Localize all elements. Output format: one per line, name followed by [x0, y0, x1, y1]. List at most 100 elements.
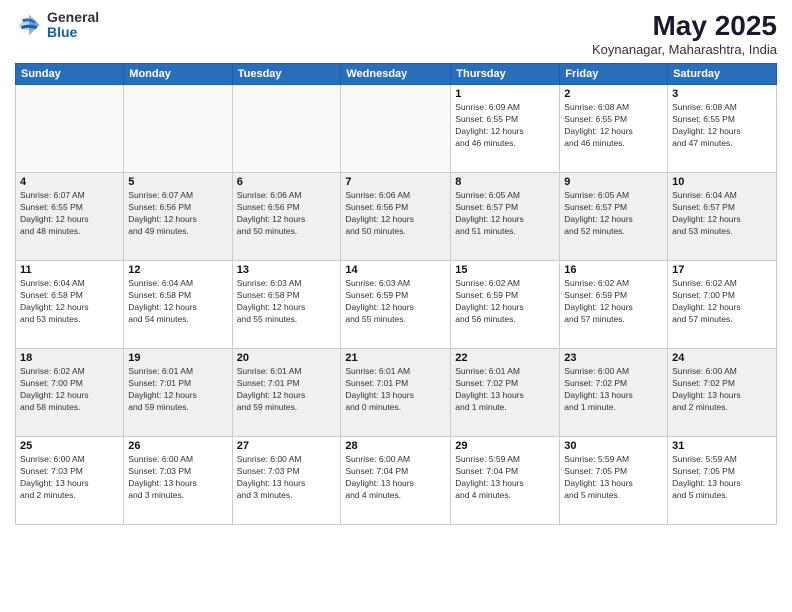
- table-row: 21Sunrise: 6:01 AM Sunset: 7:01 PM Dayli…: [341, 349, 451, 437]
- table-row: 25 Sunrise: 6:00 AM Sunset: 7:03 PM Dayli…: [16, 437, 124, 525]
- table-row: 20 Sunrise: 6:01 AM Sunset: 7:01 PM Dayli…: [232, 349, 341, 437]
- day-number: 21: [345, 352, 446, 364]
- day-number: 29: [455, 440, 555, 452]
- table-row: [232, 85, 341, 173]
- day-number: 12: [128, 264, 227, 276]
- day-number: 11: [20, 264, 119, 276]
- calendar-week-row: 18 Sunrise: 6:02 AM Sunset: 7:00 PM Dayli…: [16, 349, 777, 437]
- col-saturday: Saturday: [668, 64, 777, 85]
- day-number: 30: [564, 440, 663, 452]
- table-row: 14 Sunrise: 6:03 AM Sunset: 6:59 PM Dayli…: [341, 261, 451, 349]
- table-row: 10 Sunrise: 6:04 AM Sunset: 6:57 PM Dayli…: [668, 173, 777, 261]
- logo-text: General Blue: [47, 10, 99, 41]
- day-number: 4: [20, 176, 119, 188]
- day-info: Sunrise: 6:00 AM Sunset: 7:03 PM Dayligh…: [128, 454, 227, 502]
- day-number: 16: [564, 264, 663, 276]
- day-number: 31: [672, 440, 772, 452]
- table-row: 15 Sunrise: 6:02 AM Sunset: 6:59 PM Dayli…: [451, 261, 560, 349]
- day-number: 8: [455, 176, 555, 188]
- page: General Blue May 2025 Koynanagar, Mahara…: [0, 0, 792, 612]
- day-number: 3: [672, 88, 772, 100]
- col-monday: Monday: [124, 64, 232, 85]
- day-info: Sunrise: 6:03 AM Sunset: 6:59 PM Dayligh…: [345, 278, 446, 326]
- table-row: 28 Sunrise: 6:00 AM Sunset: 7:04 PM Dayli…: [341, 437, 451, 525]
- day-info: Sunrise: 5:59 AM Sunset: 7:04 PM Dayligh…: [455, 454, 555, 502]
- day-info: Sunrise: 6:05 AM Sunset: 6:57 PM Dayligh…: [564, 190, 663, 238]
- title-block: May 2025 Koynanagar, Maharashtra, India: [592, 10, 777, 57]
- calendar-header-row: Sunday Monday Tuesday Wednesday Thursday…: [16, 64, 777, 85]
- day-number: 1: [455, 88, 555, 100]
- day-info: Sunrise: 6:07 AM Sunset: 6:55 PM Dayligh…: [20, 190, 119, 238]
- day-info: Sunrise: 6:08 AM Sunset: 6:55 PM Dayligh…: [672, 102, 772, 150]
- col-tuesday: Tuesday: [232, 64, 341, 85]
- day-number: 19: [128, 352, 227, 364]
- table-row: 9 Sunrise: 6:05 AM Sunset: 6:57 PM Daylig…: [560, 173, 668, 261]
- day-info: Sunrise: 6:02 AM Sunset: 7:00 PM Dayligh…: [672, 278, 772, 326]
- table-row: 8 Sunrise: 6:05 AM Sunset: 6:57 PM Daylig…: [451, 173, 560, 261]
- table-row: [341, 85, 451, 173]
- day-info: Sunrise: 5:59 AM Sunset: 7:05 PM Dayligh…: [564, 454, 663, 502]
- table-row: 18 Sunrise: 6:02 AM Sunset: 7:00 PM Dayli…: [16, 349, 124, 437]
- location-title: Koynanagar, Maharashtra, India: [592, 42, 777, 57]
- day-info: Sunrise: 6:07 AM Sunset: 6:56 PM Dayligh…: [128, 190, 227, 238]
- day-info: Sunrise: 6:02 AM Sunset: 6:59 PM Dayligh…: [455, 278, 555, 326]
- day-number: 9: [564, 176, 663, 188]
- day-number: 20: [237, 352, 337, 364]
- day-info: Sunrise: 6:02 AM Sunset: 7:00 PM Dayligh…: [20, 366, 119, 414]
- day-number: 22: [455, 352, 555, 364]
- table-row: 22 Sunrise: 6:01 AM Sunset: 7:02 PM Dayli…: [451, 349, 560, 437]
- day-info: Sunrise: 6:02 AM Sunset: 6:59 PM Dayligh…: [564, 278, 663, 326]
- day-number: 28: [345, 440, 446, 452]
- col-wednesday: Wednesday: [341, 64, 451, 85]
- day-info: Sunrise: 6:00 AM Sunset: 7:02 PM Dayligh…: [564, 366, 663, 414]
- table-row: 29 Sunrise: 5:59 AM Sunset: 7:04 PM Dayli…: [451, 437, 560, 525]
- day-info: Sunrise: 6:05 AM Sunset: 6:57 PM Dayligh…: [455, 190, 555, 238]
- day-number: 17: [672, 264, 772, 276]
- day-info: Sunrise: 6:04 AM Sunset: 6:57 PM Dayligh…: [672, 190, 772, 238]
- day-number: 27: [237, 440, 337, 452]
- table-row: 26Sunrise: 6:00 AM Sunset: 7:03 PM Dayli…: [124, 437, 232, 525]
- table-row: 27 Sunrise: 6:00 AM Sunset: 7:03 PM Dayli…: [232, 437, 341, 525]
- day-info: Sunrise: 6:00 AM Sunset: 7:04 PM Dayligh…: [345, 454, 446, 502]
- col-sunday: Sunday: [16, 64, 124, 85]
- logo: General Blue: [15, 10, 99, 41]
- col-thursday: Thursday: [451, 64, 560, 85]
- day-number: 25: [20, 440, 119, 452]
- table-row: 12 Sunrise: 6:04 AM Sunset: 6:58 PM Dayli…: [124, 261, 232, 349]
- table-row: 30 Sunrise: 5:59 AM Sunset: 7:05 PM Dayli…: [560, 437, 668, 525]
- month-title: May 2025: [592, 10, 777, 42]
- day-number: 18: [20, 352, 119, 364]
- day-info: Sunrise: 6:00 AM Sunset: 7:03 PM Dayligh…: [20, 454, 119, 502]
- table-row: 13 Sunrise: 6:03 AM Sunset: 6:58 PM Dayli…: [232, 261, 341, 349]
- logo-icon: [15, 11, 43, 39]
- table-row: 19Sunrise: 6:01 AM Sunset: 7:01 PM Dayli…: [124, 349, 232, 437]
- table-row: 3 Sunrise: 6:08 AM Sunset: 6:55 PM Daylig…: [668, 85, 777, 173]
- logo-blue-text: Blue: [47, 25, 99, 40]
- table-row: 11 Sunrise: 6:04 AM Sunset: 6:58 PM Dayli…: [16, 261, 124, 349]
- day-info: Sunrise: 6:04 AM Sunset: 6:58 PM Dayligh…: [20, 278, 119, 326]
- table-row: 4 Sunrise: 6:07 AM Sunset: 6:55 PM Daylig…: [16, 173, 124, 261]
- calendar-week-row: 25 Sunrise: 6:00 AM Sunset: 7:03 PM Dayli…: [16, 437, 777, 525]
- day-info: Sunrise: 6:06 AM Sunset: 6:56 PM Dayligh…: [345, 190, 446, 238]
- day-info: Sunrise: 6:01 AM Sunset: 7:01 PM Dayligh…: [237, 366, 337, 414]
- day-number: 10: [672, 176, 772, 188]
- table-row: 7Sunrise: 6:06 AM Sunset: 6:56 PM Daylig…: [341, 173, 451, 261]
- calendar-week-row: 11 Sunrise: 6:04 AM Sunset: 6:58 PM Dayli…: [16, 261, 777, 349]
- calendar-table: Sunday Monday Tuesday Wednesday Thursday…: [15, 63, 777, 525]
- day-number: 15: [455, 264, 555, 276]
- table-row: 17 Sunrise: 6:02 AM Sunset: 7:00 PM Dayli…: [668, 261, 777, 349]
- day-info: Sunrise: 6:01 AM Sunset: 7:02 PM Dayligh…: [455, 366, 555, 414]
- day-info: Sunrise: 6:06 AM Sunset: 6:56 PM Dayligh…: [237, 190, 337, 238]
- table-row: 31Sunrise: 5:59 AM Sunset: 7:05 PM Dayli…: [668, 437, 777, 525]
- col-friday: Friday: [560, 64, 668, 85]
- day-number: 14: [345, 264, 446, 276]
- header: General Blue May 2025 Koynanagar, Mahara…: [15, 10, 777, 57]
- day-info: Sunrise: 6:00 AM Sunset: 7:02 PM Dayligh…: [672, 366, 772, 414]
- day-number: 13: [237, 264, 337, 276]
- day-info: Sunrise: 6:04 AM Sunset: 6:58 PM Dayligh…: [128, 278, 227, 326]
- table-row: 5Sunrise: 6:07 AM Sunset: 6:56 PM Daylig…: [124, 173, 232, 261]
- table-row: 23Sunrise: 6:00 AM Sunset: 7:02 PM Dayli…: [560, 349, 668, 437]
- day-info: Sunrise: 6:00 AM Sunset: 7:03 PM Dayligh…: [237, 454, 337, 502]
- day-info: Sunrise: 6:03 AM Sunset: 6:58 PM Dayligh…: [237, 278, 337, 326]
- calendar-week-row: 4 Sunrise: 6:07 AM Sunset: 6:55 PM Daylig…: [16, 173, 777, 261]
